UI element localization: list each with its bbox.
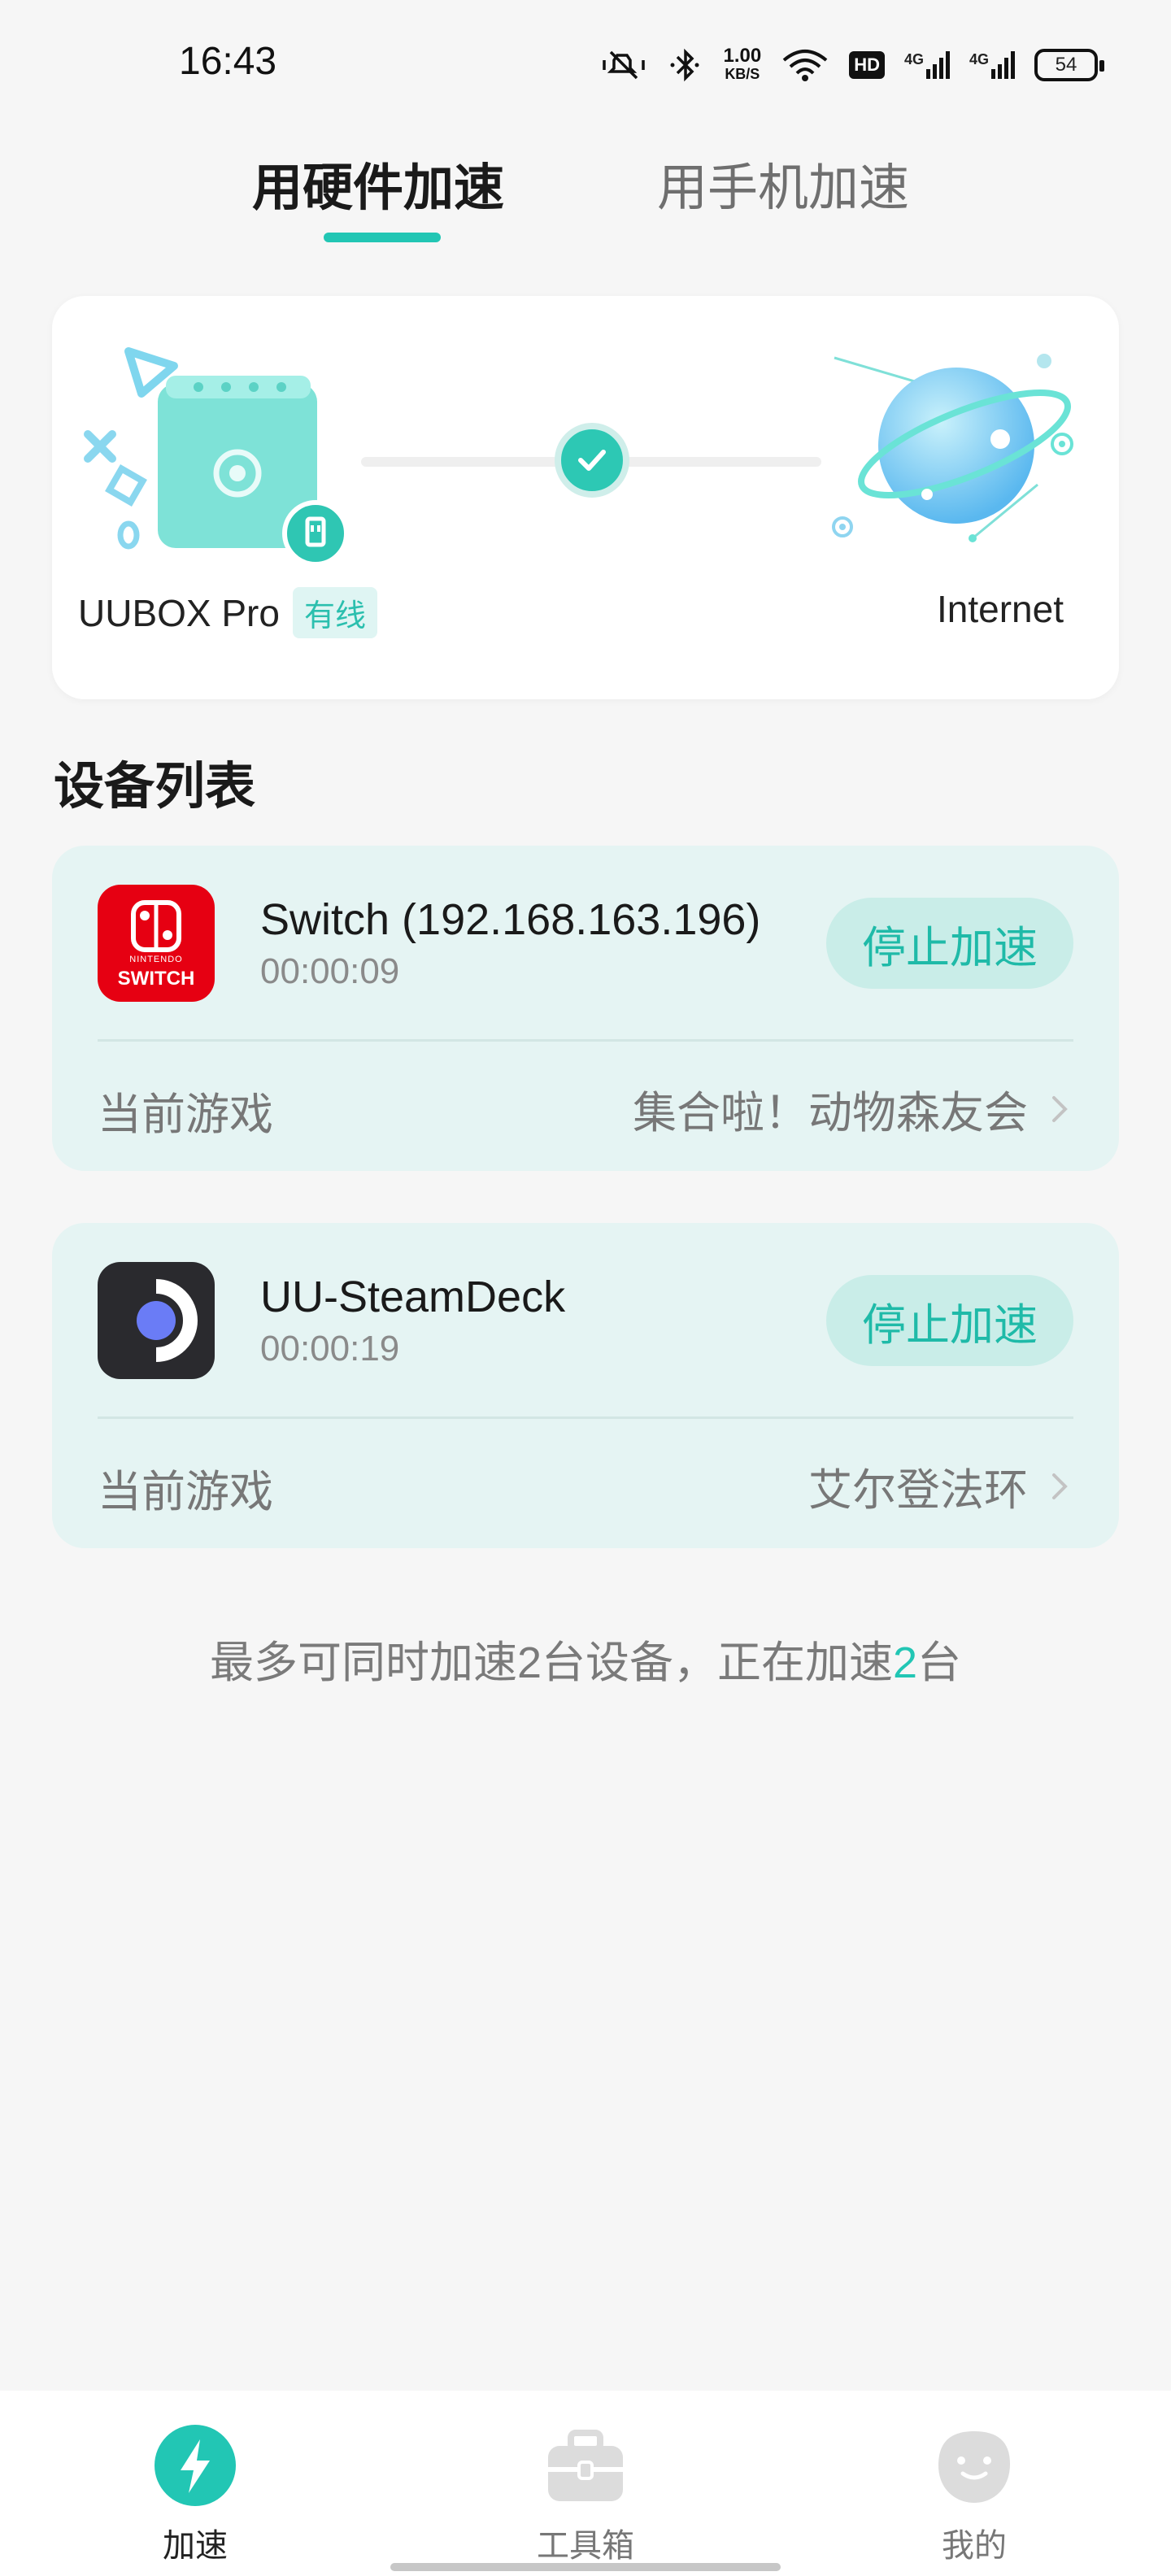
device-card-steamdeck: UU-SteamDeck 00:00:19 停止加速 当前游戏 艾尔登法环: [52, 1223, 1119, 1548]
nav-accelerate[interactable]: 加速: [114, 2423, 276, 2566]
device-name: Switch (192.168.163.196): [260, 895, 761, 944]
note-suffix: 台: [917, 1638, 962, 1687]
internet-globe-illustration: [832, 354, 1073, 542]
home-indicator[interactable]: [390, 2563, 781, 2571]
status-time: 16:43: [179, 40, 277, 83]
nav-toolbox[interactable]: 工具箱: [504, 2423, 667, 2566]
bluetooth-icon: [670, 48, 699, 82]
connected-check-icon: [555, 423, 629, 498]
status-icons: 1.00 KB/S HD 4G 4G 54: [599, 41, 1104, 89]
steam-deck-icon: [98, 1262, 215, 1379]
current-game-name: 艾尔登法环: [808, 1466, 1028, 1515]
nav-label: 加速: [163, 2528, 228, 2564]
status-bar: 16:43 1.00 KB/S HD 4G 4G 54: [0, 0, 1171, 130]
divider: [98, 1416, 1073, 1419]
note-prefix: 最多可同时加速2台设备，正在加速: [209, 1638, 893, 1687]
connection-card: UUBOX Pro 有线 Internet: [52, 296, 1119, 699]
signal-4g-icon-1: 4G: [904, 51, 950, 79]
net-speed-unit: KB/S: [725, 66, 760, 82]
current-game-label: 当前游戏: [98, 1468, 273, 1516]
mute-vibrate-icon: [603, 50, 646, 80]
network-speed: 1.00 KB/S: [723, 45, 762, 83]
nav-label: 工具箱: [537, 2528, 634, 2564]
bottom-nav: 加速 工具箱 我的: [0, 2391, 1171, 2576]
hardware-device-name: UUBOX Pro 有线: [78, 587, 377, 638]
lightning-icon: [155, 2425, 236, 2506]
net-speed-value: 1.00: [723, 45, 762, 67]
current-game-label: 当前游戏: [98, 1090, 273, 1139]
device-card-switch: NINTENDO SWITCH Switch (192.168.163.196)…: [52, 846, 1119, 1171]
divider: [98, 1039, 1073, 1042]
note-active-count: 2: [892, 1638, 918, 1687]
current-game-link[interactable]: 集合啦！动物森友会: [633, 1077, 1070, 1141]
signal-4g-icon-2: 4G: [969, 51, 1015, 79]
switch-icon-brand-text: NINTENDO: [129, 955, 183, 964]
current-game-link[interactable]: 艾尔登法环: [808, 1454, 1070, 1518]
chevron-right-icon: [1052, 1473, 1068, 1499]
device-name-text: UUBOX Pro: [78, 591, 280, 634]
current-game-name: 集合啦！动物森友会: [633, 1089, 1028, 1138]
device-list-title: 设备列表: [54, 759, 256, 815]
device-accel-duration: 00:00:09: [260, 951, 400, 991]
chevron-right-icon: [1052, 1095, 1068, 1122]
battery-icon: 54: [1034, 49, 1104, 81]
internet-label: Internet: [937, 588, 1064, 630]
nav-label: 我的: [942, 2528, 1007, 2564]
signal-label-1: 4G: [903, 51, 924, 67]
stop-accel-button[interactable]: 停止加速: [826, 898, 1073, 989]
hd-icon: HD: [849, 51, 885, 79]
switch-icon-product-text: SWITCH: [117, 968, 195, 990]
tab-hardware-accel[interactable]: 用硬件加速: [252, 146, 504, 220]
nav-profile[interactable]: 我的: [893, 2423, 1056, 2566]
wifi-icon: [782, 50, 828, 81]
toolbox-icon: [548, 2430, 623, 2501]
tab-phone-accel[interactable]: 用手机加速: [657, 146, 909, 220]
profile-face-icon: [938, 2431, 1010, 2503]
accel-limit-note: 最多可同时加速2台设备，正在加速2台: [0, 1626, 1171, 1690]
mode-tabs: 用硬件加速 用手机加速: [0, 146, 1171, 244]
device-name: UU-SteamDeck: [260, 1273, 566, 1321]
stop-accel-button[interactable]: 停止加速: [826, 1275, 1073, 1366]
wired-badge: 有线: [292, 587, 377, 638]
signal-label-2: 4G: [969, 51, 989, 67]
nintendo-switch-icon: NINTENDO SWITCH: [98, 885, 215, 1002]
battery-level: 54: [1055, 54, 1077, 76]
active-tab-indicator: [324, 233, 441, 242]
uubox-device-illustration: [84, 347, 349, 567]
device-accel-duration: 00:00:19: [260, 1329, 400, 1368]
